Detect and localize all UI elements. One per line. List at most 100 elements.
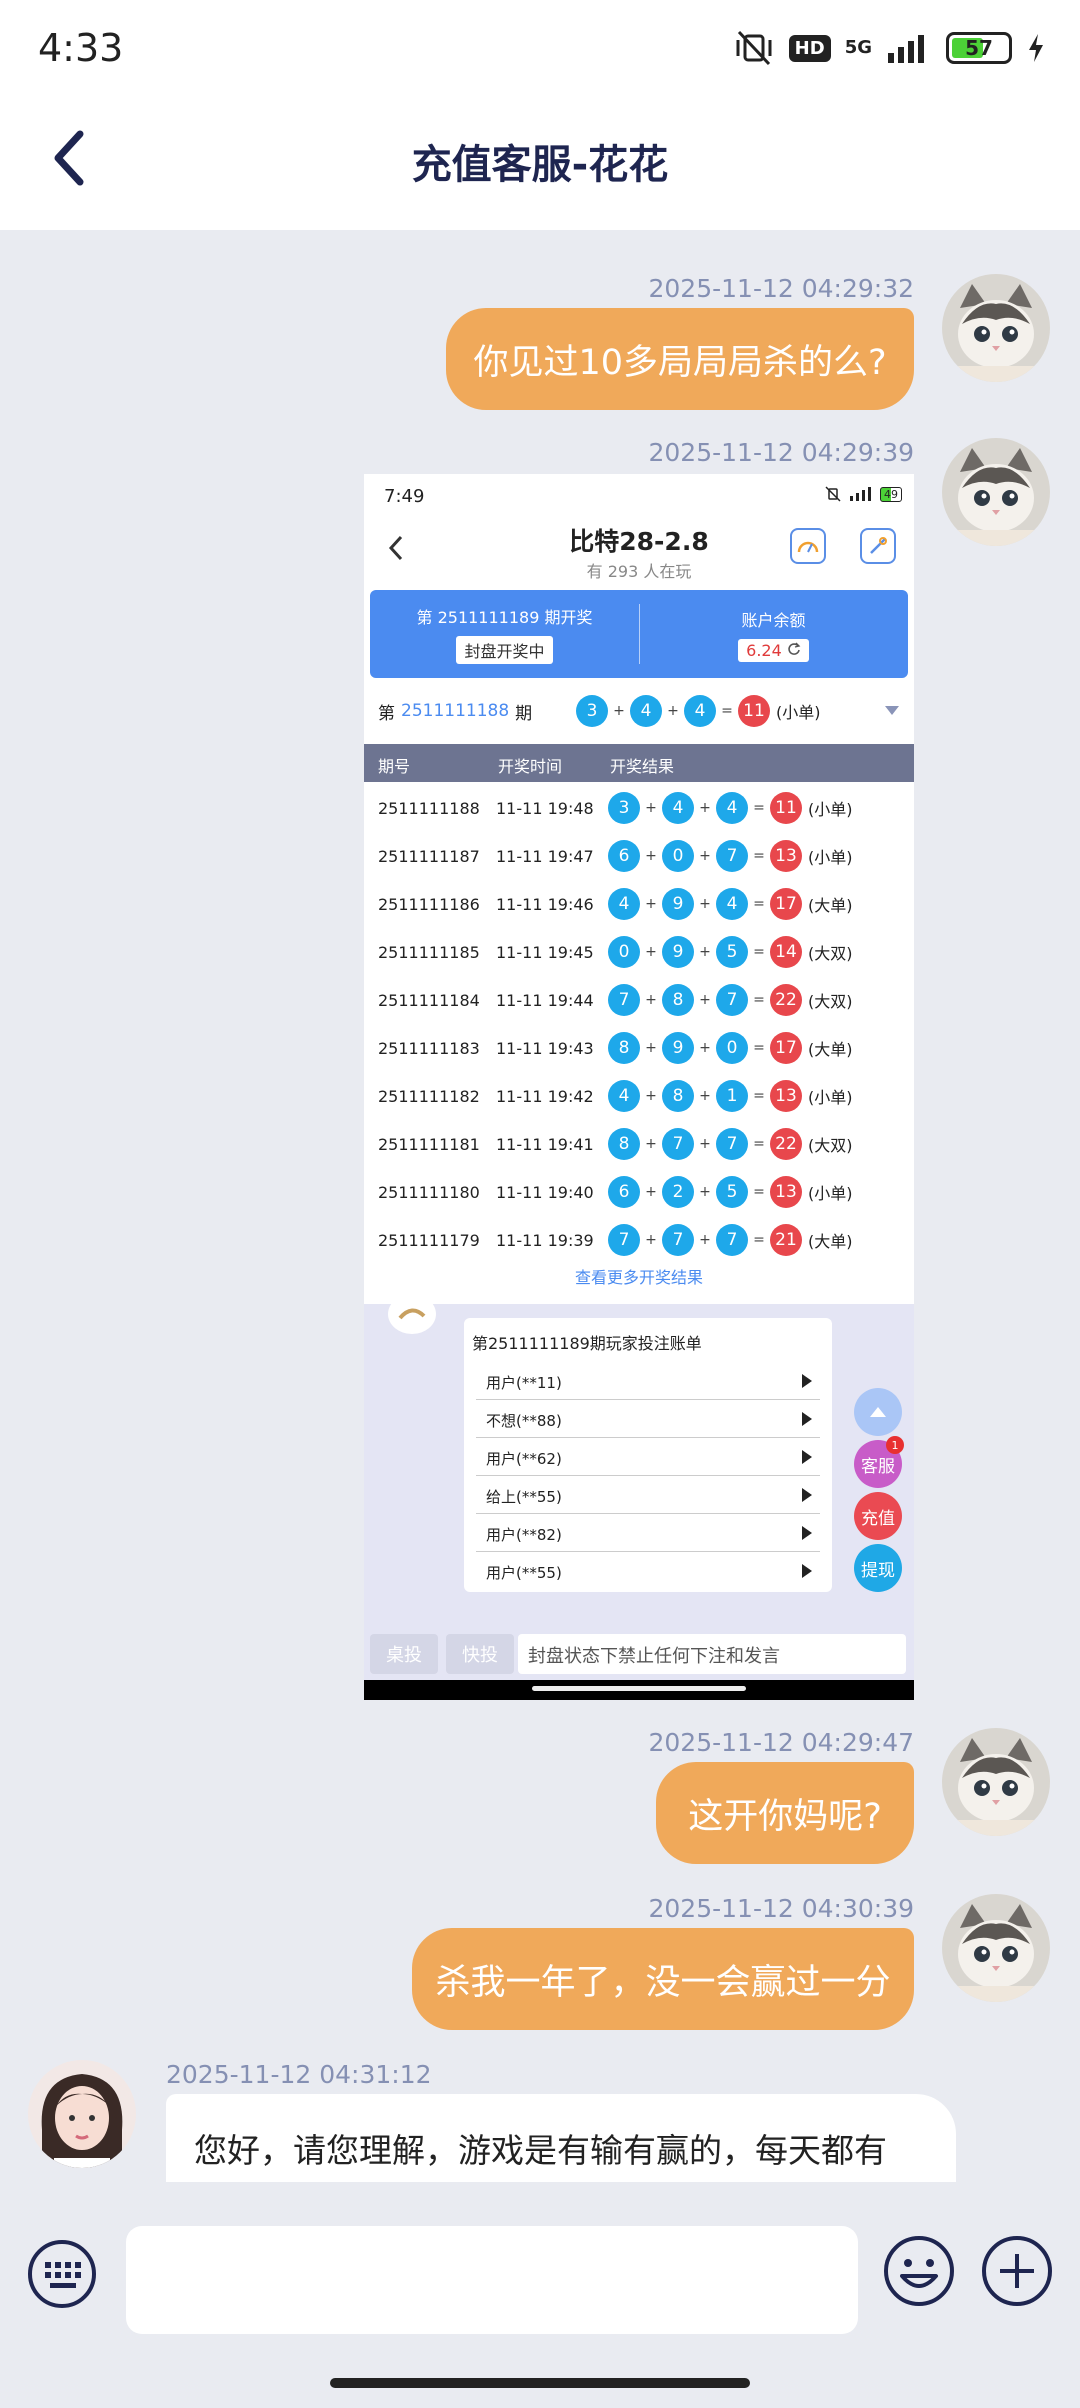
ball: 8 (608, 1128, 640, 1160)
row-balls: 3 +4 +4 = 11 (小单) (608, 792, 853, 824)
ball: 9 (662, 888, 694, 920)
ball: 4 (608, 1080, 640, 1112)
row-result: (大单) (808, 896, 853, 915)
message-bubble[interactable]: 你见过10多局局局杀的么? (446, 308, 914, 410)
screenshot-home-bar (364, 1680, 914, 1700)
scroll-top-button (854, 1388, 902, 1436)
ball: 4 (684, 695, 716, 727)
results-table: 2511111188 11-11 19:48 3 +4 +4 = 11 (小单) 2511111… (364, 784, 914, 1264)
withdraw-fab: 提现 (854, 1544, 902, 1592)
message-text: 这开你妈呢? (688, 1796, 882, 1837)
page-title: 充值客服-花花 (411, 142, 669, 188)
current-result: 第 2511111188 期 3 + 4 + 4 = 11 (小单) (364, 684, 914, 738)
balance-value: 6.24 (738, 638, 809, 662)
message-bubble[interactable]: 这开你妈呢? (656, 1762, 914, 1864)
row-result: (大双) (808, 992, 853, 1011)
message-bubble[interactable]: 您好，请您理解，游戏是有输有赢的，每天都有 (166, 2094, 956, 2182)
row-issue: 2511111184 (378, 991, 480, 1010)
girl-avatar-icon (28, 2060, 136, 2168)
avatar[interactable] (942, 438, 1050, 546)
sum-ball: 14 (770, 936, 802, 968)
ball: 6 (608, 840, 640, 872)
plus-icon (982, 2236, 1052, 2306)
sum-ball: 13 (770, 840, 802, 872)
ball: 7 (662, 1224, 694, 1256)
row-balls: 4 +9 +4 = 17 (大单) (608, 888, 853, 920)
ball: 7 (716, 1224, 748, 1256)
row-balls: 8 +7 +7 = 22 (大双) (608, 1128, 853, 1160)
row-result: (小单) (808, 800, 853, 819)
gauge-icon (797, 541, 819, 553)
bet-item: 用户(**62) (476, 1438, 820, 1476)
avatar[interactable] (942, 1728, 1050, 1836)
ball: 9 (662, 936, 694, 968)
bet-list-card: 第2511111189期玩家投注账单 用户(**11) 不想(**88) 用户(… (464, 1318, 832, 1592)
sum-ball: 11 (738, 695, 770, 727)
table-row: 2511111181 11-11 19:41 8 +7 +7 = 22 (大双) (364, 1120, 914, 1168)
ball: 7 (716, 1128, 748, 1160)
screenshot-status-icons: 49 (824, 486, 902, 502)
table-row: 2511111186 11-11 19:46 4 +9 +4 = 17 (大单) (364, 880, 914, 928)
rules-button (860, 528, 896, 564)
table-row: 2511111182 11-11 19:42 4 +8 +1 = 13 (小单) (364, 1072, 914, 1120)
row-result: (小单) (808, 848, 853, 867)
table-row: 2511111184 11-11 19:44 7 +8 +7 = 22 (大双) (364, 976, 914, 1024)
row-time: 11-11 19:40 (496, 1183, 594, 1202)
emoji-button[interactable] (882, 2234, 956, 2308)
ball: 8 (608, 1032, 640, 1064)
message-input[interactable] (126, 2226, 858, 2334)
row-result: (大双) (808, 944, 853, 963)
message-timestamp: 2025-11-12 04:29:32 (648, 274, 914, 303)
avatar[interactable] (942, 1894, 1050, 2002)
keyboard-button[interactable] (26, 2238, 98, 2310)
sum-ball: 17 (770, 888, 802, 920)
avatar[interactable] (942, 274, 1050, 382)
ball: 0 (716, 1032, 748, 1064)
home-indicator[interactable] (330, 2378, 750, 2388)
message-text: 杀我一年了，没一会赢过一分 (435, 1962, 891, 2003)
row-time: 11-11 19:43 (496, 1039, 594, 1058)
results-table-header: 期号 开奖时间 开奖结果 (364, 744, 914, 782)
recharge-fab: 充值 (854, 1492, 902, 1540)
row-balls: 6 +2 +5 = 13 (小单) (608, 1176, 853, 1208)
service-fab: 客服 1 (854, 1436, 904, 1488)
message-timestamp: 2025-11-12 04:30:39 (648, 1894, 914, 1923)
charging-icon (1029, 34, 1043, 62)
table-row: 2511111179 11-11 19:39 7 +7 +7 = 21 (大单) (364, 1216, 914, 1264)
players-online: 有 293 人在玩 (586, 562, 692, 581)
screenshot-header: 比特28-2.8 有 293 人在玩 (364, 518, 914, 584)
ball: 6 (608, 1176, 640, 1208)
message-bubble[interactable]: 杀我一年了，没一会赢过一分 (412, 1928, 914, 2030)
mute-icon (825, 486, 841, 502)
row-issue: 2511111188 (378, 799, 480, 818)
row-issue: 2511111181 (378, 1135, 480, 1154)
status-icons: HD 5G 57 (733, 28, 1046, 68)
ball: 3 (576, 695, 608, 727)
row-issue: 2511111180 (378, 1183, 480, 1202)
cat-avatar-icon (942, 274, 1050, 382)
chat-area[interactable]: 2025-11-12 04:29:32 你见过10多局局局杀的么? 2025-1… (0, 230, 1080, 2182)
smiley-icon (884, 2236, 954, 2306)
row-balls: 4 +8 +1 = 13 (小单) (608, 1080, 853, 1112)
row-time: 11-11 19:48 (496, 799, 594, 818)
row-balls: 8 +9 +0 = 17 (大单) (608, 1032, 853, 1064)
add-attachment-button[interactable] (980, 2234, 1054, 2308)
agent-avatar[interactable] (28, 2060, 136, 2168)
screenshot-image[interactable]: 7:49 49 比特28-2.8 有 293 人在玩 第 2511111189 … (364, 474, 914, 1700)
status-badge: 封盘开奖中 (456, 636, 553, 664)
row-balls: 6 +0 +7 = 13 (小单) (608, 840, 853, 872)
table-row: 2511111183 11-11 19:43 8 +9 +0 = 17 (大单) (364, 1024, 914, 1072)
ball: 0 (608, 936, 640, 968)
message-text: 你见过10多局局局杀的么? (473, 342, 887, 383)
message-timestamp: 2025-11-12 04:31:12 (166, 2060, 432, 2089)
ball: 5 (716, 1176, 748, 1208)
sum-ball: 13 (770, 1080, 802, 1112)
row-issue: 2511111185 (378, 943, 480, 962)
col-issue: 期号 (378, 757, 411, 776)
row-issue: 2511111183 (378, 1039, 480, 1058)
bet-item: 不想(**88) (476, 1400, 820, 1438)
row-time: 11-11 19:47 (496, 847, 594, 866)
col-result: 开奖结果 (610, 757, 675, 776)
row-result: (大双) (808, 1136, 853, 1155)
cat-avatar-icon (942, 1728, 1050, 1836)
